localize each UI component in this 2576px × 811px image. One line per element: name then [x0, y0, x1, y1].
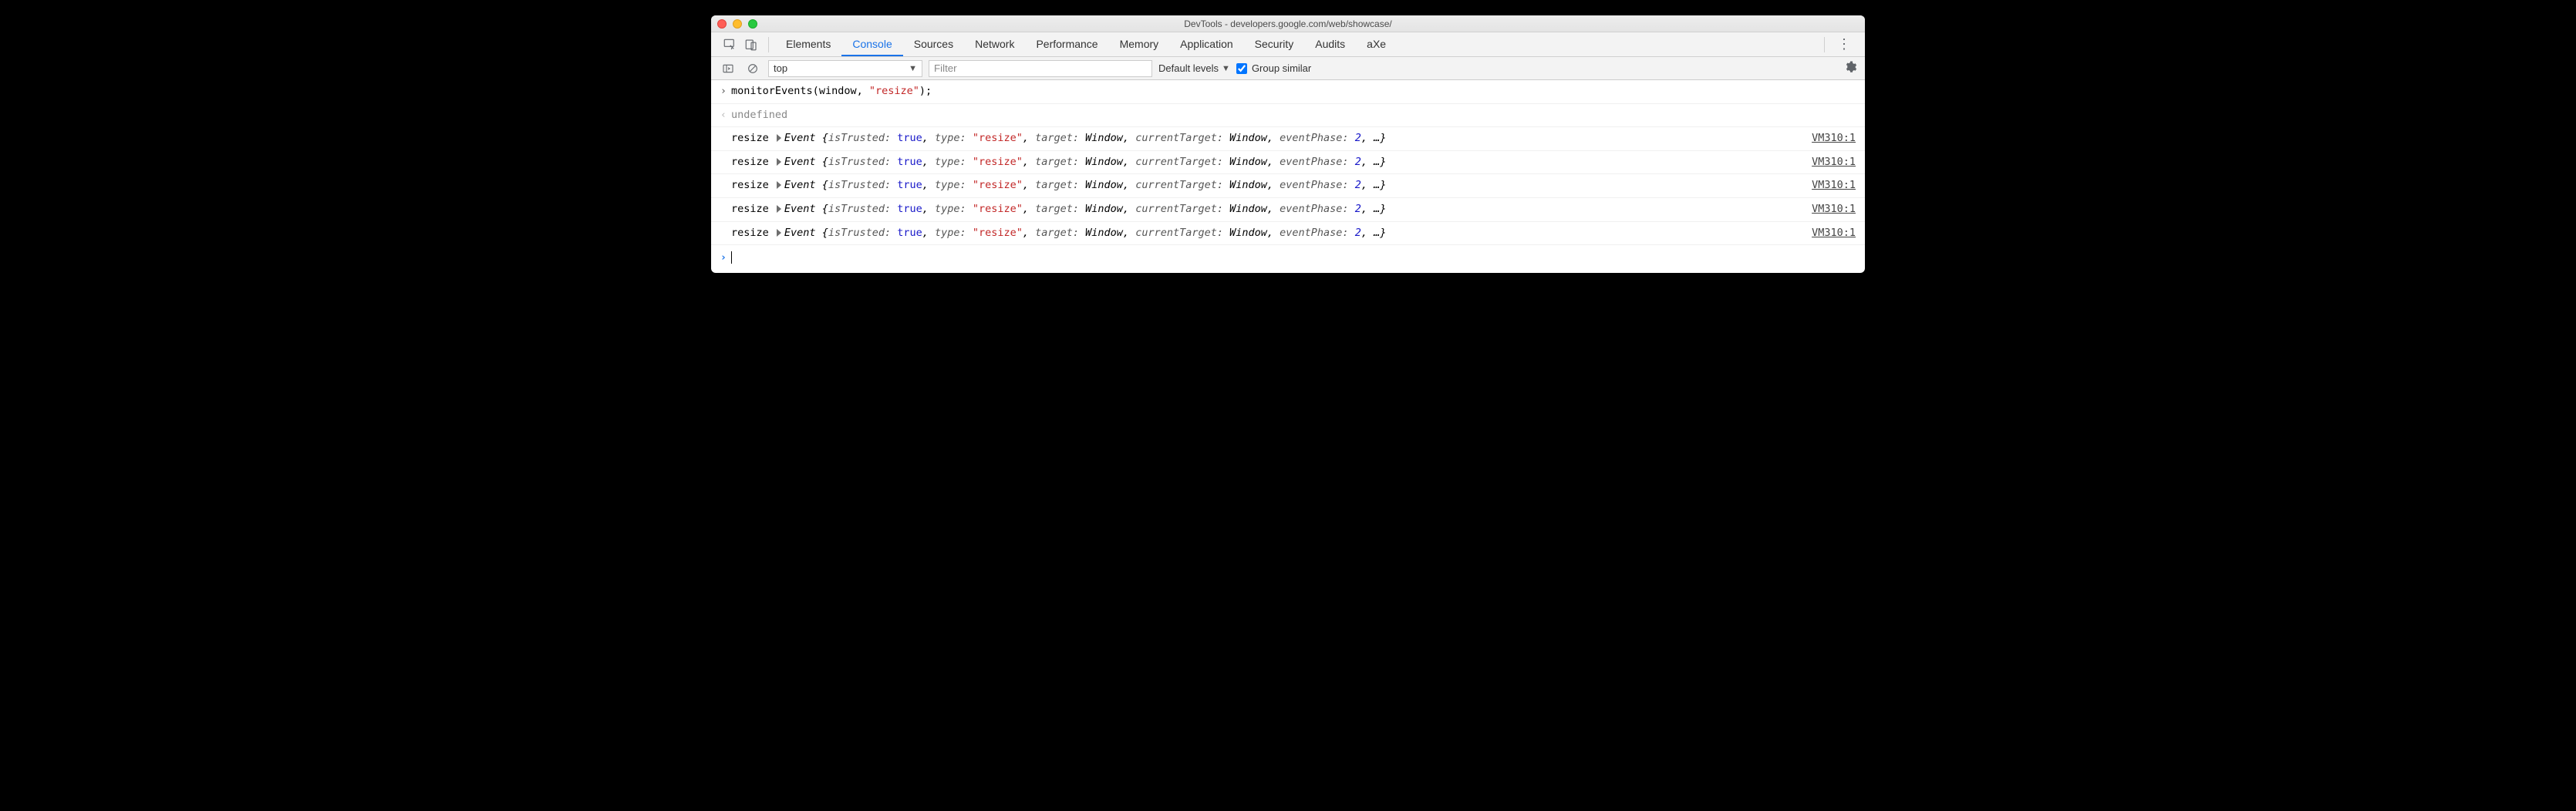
- console-result-value: undefined: [731, 107, 1856, 124]
- chevron-down-icon: ▼: [1222, 64, 1230, 73]
- console-body: › monitorEvents(window, "resize"); ‹ und…: [711, 80, 1865, 273]
- log-levels-select[interactable]: Default levels ▼: [1158, 62, 1230, 74]
- tabs: ElementsConsoleSourcesNetworkPerformance…: [775, 32, 1397, 56]
- group-similar-label: Group similar: [1252, 62, 1311, 74]
- console-log-row: resize Event {isTrusted: true, type: "re…: [711, 174, 1865, 198]
- tab-console[interactable]: Console: [841, 32, 902, 56]
- devtools-window: DevTools - developers.google.com/web/sho…: [711, 15, 1865, 273]
- console-result-row: ‹ undefined: [711, 104, 1865, 128]
- console-log-content: resize Event {isTrusted: true, type: "re…: [731, 130, 1796, 147]
- mac-titlebar: DevTools - developers.google.com/web/sho…: [711, 15, 1865, 32]
- event-name: resize: [731, 179, 769, 191]
- console-log-row: resize Event {isTrusted: true, type: "re…: [711, 127, 1865, 151]
- text-caret: [731, 251, 732, 264]
- window-title: DevTools - developers.google.com/web/sho…: [711, 19, 1865, 29]
- group-similar-input[interactable]: [1236, 63, 1247, 74]
- device-toolbar-icon[interactable]: [740, 34, 762, 56]
- tab-audits[interactable]: Audits: [1304, 32, 1356, 56]
- event-constructor[interactable]: Event: [784, 227, 822, 239]
- chevron-down-icon: ▼: [909, 64, 917, 73]
- tab-elements[interactable]: Elements: [775, 32, 841, 56]
- tab-network[interactable]: Network: [964, 32, 1025, 56]
- event-name: resize: [731, 132, 769, 144]
- console-log-row: resize Event {isTrusted: true, type: "re…: [711, 151, 1865, 175]
- console-log-content: resize Event {isTrusted: true, type: "re…: [731, 201, 1796, 218]
- tab-sources[interactable]: Sources: [903, 32, 964, 56]
- prompt-chevron-icon: ›: [716, 250, 731, 267]
- event-name: resize: [731, 227, 769, 239]
- tab-memory[interactable]: Memory: [1109, 32, 1170, 56]
- execution-context-label: top: [774, 62, 787, 74]
- event-name: resize: [731, 156, 769, 168]
- expand-triangle-icon[interactable]: [777, 158, 781, 166]
- separator: [1824, 37, 1825, 52]
- event-constructor[interactable]: Event: [784, 156, 822, 168]
- source-link[interactable]: VM310:1: [1796, 177, 1856, 194]
- source-link[interactable]: VM310:1: [1796, 225, 1856, 242]
- console-filter-input[interactable]: [929, 60, 1152, 77]
- console-input-row: › monitorEvents(window, "resize");: [711, 80, 1865, 104]
- execution-context-select[interactable]: top ▼: [768, 60, 922, 77]
- console-prompt-row[interactable]: ›: [711, 245, 1865, 273]
- inspect-element-icon[interactable]: [719, 34, 740, 56]
- log-levels-label: Default levels: [1158, 62, 1219, 74]
- devtools-tabstrip: ElementsConsoleSourcesNetworkPerformance…: [711, 32, 1865, 57]
- input-chevron-icon: ›: [716, 83, 731, 100]
- tab-security[interactable]: Security: [1244, 32, 1305, 56]
- console-log-content: resize Event {isTrusted: true, type: "re…: [731, 154, 1796, 171]
- expand-triangle-icon[interactable]: [777, 181, 781, 189]
- console-toolbar: top ▼ Default levels ▼ Group similar: [711, 57, 1865, 80]
- console-input-content: monitorEvents(window, "resize");: [731, 83, 1856, 100]
- expand-triangle-icon[interactable]: [777, 134, 781, 142]
- output-chevron-icon: ‹: [716, 107, 731, 124]
- separator: [768, 37, 769, 52]
- expand-triangle-icon[interactable]: [777, 229, 781, 237]
- tab-application[interactable]: Application: [1169, 32, 1244, 56]
- event-constructor[interactable]: Event: [784, 132, 822, 144]
- expand-triangle-icon[interactable]: [777, 205, 781, 213]
- event-constructor[interactable]: Event: [784, 179, 822, 191]
- show-console-sidebar-icon[interactable]: [719, 59, 737, 78]
- source-link[interactable]: VM310:1: [1796, 154, 1856, 171]
- more-menu-icon[interactable]: ⋮: [1831, 36, 1857, 52]
- clear-console-icon[interactable]: [743, 59, 762, 78]
- group-similar-checkbox[interactable]: Group similar: [1236, 62, 1311, 74]
- console-log-row: resize Event {isTrusted: true, type: "re…: [711, 222, 1865, 246]
- console-log-content: resize Event {isTrusted: true, type: "re…: [731, 177, 1796, 194]
- console-settings-icon[interactable]: [1843, 60, 1857, 76]
- console-prompt-input[interactable]: [731, 250, 1856, 267]
- source-link[interactable]: VM310:1: [1796, 130, 1856, 147]
- tab-performance[interactable]: Performance: [1025, 32, 1108, 56]
- console-log-row: resize Event {isTrusted: true, type: "re…: [711, 198, 1865, 222]
- event-name: resize: [731, 203, 769, 215]
- event-constructor[interactable]: Event: [784, 203, 822, 215]
- source-link[interactable]: VM310:1: [1796, 201, 1856, 218]
- console-log-content: resize Event {isTrusted: true, type: "re…: [731, 225, 1796, 242]
- tab-axe[interactable]: aXe: [1356, 32, 1397, 56]
